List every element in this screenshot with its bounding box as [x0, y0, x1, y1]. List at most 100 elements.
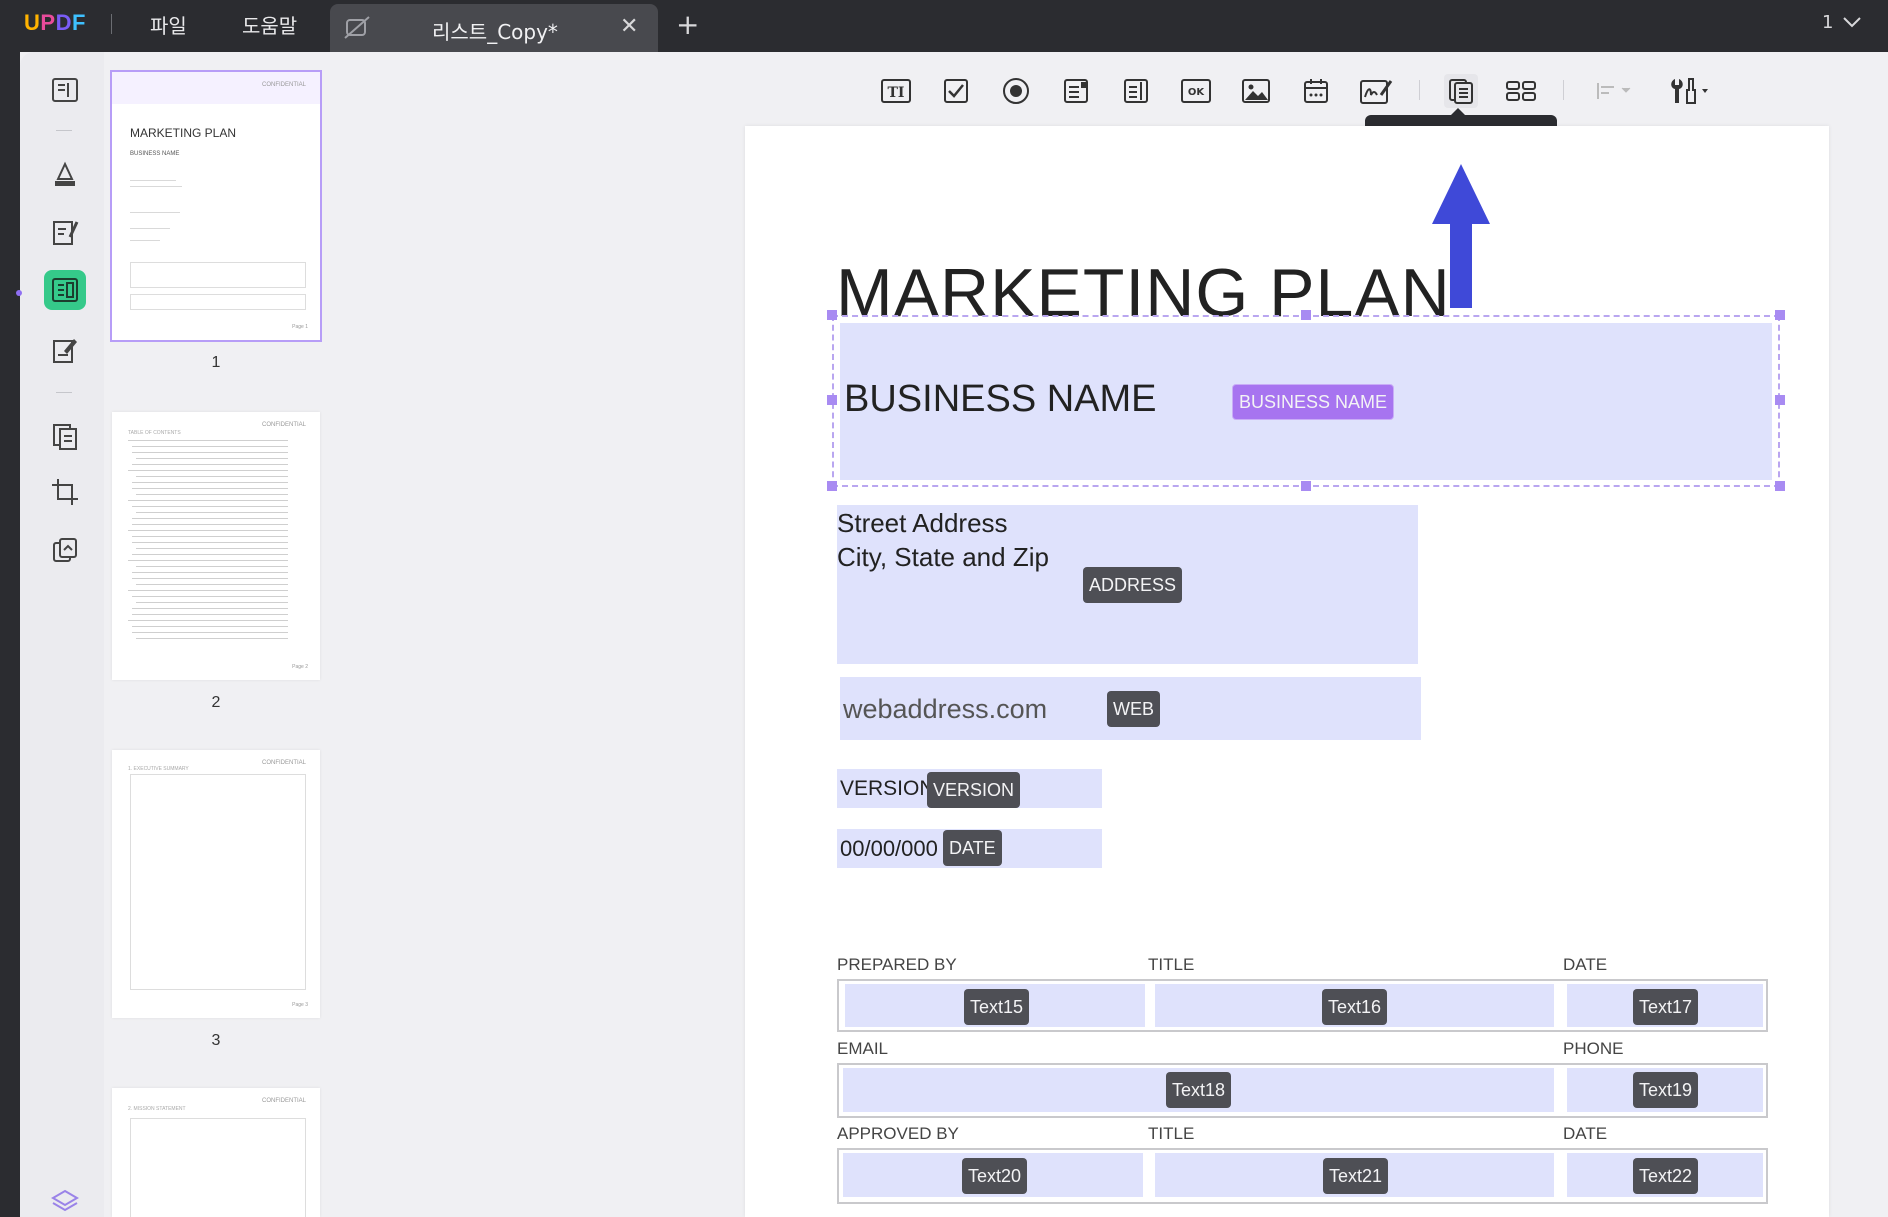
thumb-toc-line: [132, 488, 288, 489]
version-badge: VERSION: [927, 772, 1021, 808]
convert-button[interactable]: [44, 530, 86, 570]
logo-letter-f: F: [71, 10, 86, 35]
thumb-table: [130, 262, 306, 288]
page-thumbnail-4[interactable]: CONFIDENTIAL 2. MISSION STATEMENT: [112, 1088, 320, 1217]
prepare-form-button[interactable]: [44, 270, 86, 310]
image-field-tool[interactable]: [1239, 74, 1273, 108]
tab-title: 리스트_Copy*: [432, 20, 558, 44]
window-edge: [0, 52, 20, 1217]
prepared-by-label: PREPARED BY: [837, 955, 957, 974]
checkbox-icon: [944, 79, 968, 103]
tab-close-button[interactable]: ✕: [620, 14, 638, 39]
updf-logo[interactable]: UPDF: [24, 10, 86, 36]
thumb-toc-line: [132, 626, 288, 627]
business-name-text: BUSINESS NAME: [844, 378, 1157, 420]
text21-badge: Text21: [1323, 1158, 1389, 1194]
new-tab-button[interactable]: +: [676, 8, 699, 41]
sign-button[interactable]: [44, 330, 86, 370]
text-field-icon: TI: [881, 79, 911, 103]
thumb-line: [130, 186, 182, 187]
document-tab[interactable]: 리스트_Copy* ✕: [330, 4, 658, 52]
signature-icon: [1360, 80, 1393, 104]
tools-icon: [1671, 78, 1708, 104]
list-box-tool[interactable]: [1119, 74, 1153, 108]
logo-letter-p: P: [40, 10, 56, 35]
thumb-line: [130, 212, 180, 213]
date-label: DATE: [1563, 1124, 1608, 1143]
crop-button[interactable]: [44, 472, 86, 512]
resize-handle[interactable]: [1301, 310, 1311, 320]
thumb-toc-line: [136, 458, 288, 459]
crop-icon: [52, 479, 78, 505]
thumb-toc-line: [132, 596, 288, 597]
grid-icon: [1506, 81, 1536, 101]
text-field-tool[interactable]: TI: [879, 74, 913, 108]
thumb-toc-line: [128, 530, 288, 531]
layers-button[interactable]: [44, 1182, 86, 1217]
business-name-badge: BUSINESS NAME: [1232, 384, 1395, 420]
thumb-toc-line: [136, 512, 288, 513]
thumb-table: [130, 294, 306, 310]
thumb-toc-line: [128, 590, 288, 591]
thumb-toc-line: [132, 518, 288, 519]
thumb-toc-line: [132, 482, 288, 483]
resize-handle[interactable]: [1775, 395, 1785, 405]
thumb-confidential: CONFIDENTIAL: [261, 82, 306, 88]
thumb-toc-line: [128, 560, 288, 561]
reader-mode-button[interactable]: [44, 70, 86, 110]
chevron-down-icon[interactable]: [1840, 12, 1864, 32]
edit-pdf-button[interactable]: [44, 212, 86, 252]
thumb-toc-line: [136, 476, 288, 477]
menu-help[interactable]: 도움말: [242, 10, 297, 39]
comment-button[interactable]: [44, 154, 86, 194]
date-field-tool[interactable]: [1299, 74, 1333, 108]
resize-handle[interactable]: [1301, 481, 1311, 491]
text18-badge: Text18: [1166, 1072, 1232, 1108]
thumb-subtitle: BUSINESS NAME: [130, 151, 180, 157]
thumb-heading: 1. EXECUTIVE SUMMARY: [128, 766, 189, 772]
thumb-heading: TABLE OF CONTENTS: [128, 430, 181, 436]
align-tool[interactable]: [1592, 74, 1636, 108]
page-thumbnail-3[interactable]: CONFIDENTIAL 1. EXECUTIVE SUMMARY Page 3: [112, 750, 320, 1018]
resize-handle[interactable]: [827, 310, 837, 320]
thumb-toc-line: [128, 440, 288, 441]
thumb-toc-line: [136, 494, 288, 495]
thumb-toc-line: [132, 452, 288, 453]
organize-pages-button[interactable]: [44, 416, 86, 456]
thumb-page-label: Page 3: [292, 1002, 308, 1008]
text16-badge: Text16: [1322, 989, 1388, 1025]
title-label: TITLE: [1148, 955, 1195, 974]
edit-off-icon: [344, 16, 370, 39]
signature-field-tool[interactable]: [1359, 74, 1393, 108]
menu-file[interactable]: 파일: [150, 10, 187, 39]
resize-handle[interactable]: [1775, 310, 1785, 320]
title-separator: [111, 14, 112, 34]
thumb-toc-line: [128, 620, 288, 621]
thumb-toc-line: [136, 638, 288, 639]
duplicate-across-pages-tool[interactable]: [1444, 74, 1478, 108]
rail-divider: [56, 130, 72, 131]
page-thumbnail-1[interactable]: CONFIDENTIAL MARKETING PLAN BUSINESS NAM…: [110, 70, 322, 342]
form-tools-menu[interactable]: [1666, 74, 1714, 108]
title-label: TITLE: [1148, 1124, 1195, 1143]
button-tool[interactable]: OK: [1179, 74, 1213, 108]
thumb-toc-line: [132, 446, 288, 447]
highlighter-icon: [55, 161, 75, 186]
thumb-toc-line: [136, 584, 288, 585]
edit-document-icon: [53, 221, 79, 245]
thumb-line: [130, 180, 176, 181]
resize-handle[interactable]: [827, 395, 837, 405]
page-thumbnail-2[interactable]: CONFIDENTIAL TABLE OF CONTENTS Page 2: [112, 412, 320, 680]
dropdown-tool[interactable]: [1059, 74, 1093, 108]
thumb-toc-line: [132, 464, 288, 465]
checkbox-tool[interactable]: [939, 74, 973, 108]
grid-layout-tool[interactable]: [1504, 74, 1538, 108]
thumb-toc-line: [128, 470, 288, 471]
toolbar-separator: [1419, 80, 1420, 100]
dropdown-list-icon: [1064, 79, 1088, 103]
radio-button-tool[interactable]: [999, 74, 1033, 108]
resize-handle[interactable]: [1775, 481, 1785, 491]
logo-letter-u: U: [24, 10, 41, 35]
resize-handle[interactable]: [827, 481, 837, 491]
radio-icon: [1003, 78, 1029, 104]
